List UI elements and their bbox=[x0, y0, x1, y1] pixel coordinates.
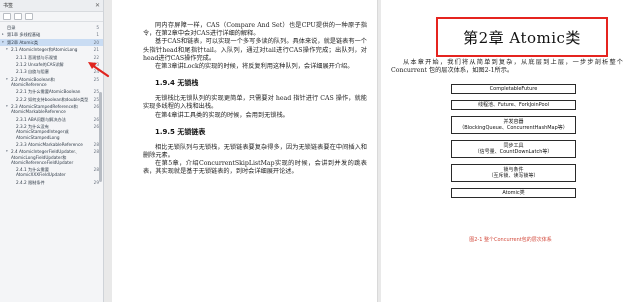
toc-item-label: 2.1.3 自旋与阻塞 bbox=[16, 69, 49, 75]
toc-item-label: 2.2.2 如何支持boolean和double类型 bbox=[16, 96, 89, 102]
toc-item-label: 2.1.2 Unsafe的CAS详解 bbox=[16, 62, 64, 68]
toc-item[interactable]: ▸ 第1章 多线程基础 1 bbox=[0, 31, 103, 38]
red-arrow-annotation bbox=[88, 62, 110, 78]
diagram-layer-label: （信号量、CountDownLatch等） bbox=[474, 149, 553, 155]
diagram-layer-box: 并发容器 （BlockingQueue、ConcurrentHashMap等） bbox=[451, 116, 576, 134]
paragraph: 相比无锁队列与无锁栈，无锁链表要复杂得多，因为无锁链表要在中间插入和删除元素。 bbox=[143, 143, 367, 160]
diagram-layer-box: 锁与条件 （互斥锁、读写锁等） bbox=[451, 164, 576, 182]
paragraph: 在第4章讲工具类的实现的时候，会用到无锁栈。 bbox=[155, 111, 289, 119]
toc-item[interactable]: ▾ 2.1 AtomicInteger和AtomicLong 21 bbox=[0, 46, 103, 53]
diagram-layer-label: （BlockingQueue、ConcurrentHashMap等） bbox=[459, 125, 568, 131]
diagram-layer-box: CompletableFuture bbox=[451, 84, 576, 94]
toc-item[interactable]: 2.2.1 为什么需要AtomicBoolean 25 bbox=[0, 88, 103, 95]
toc-item[interactable]: 2.3.2 为什么没有AtomicStampedInteger或AtomicSt… bbox=[0, 123, 103, 141]
section-heading: 1.9.4 无锁栈 bbox=[155, 79, 199, 88]
toc-item-label: 2.2.1 为什么需要AtomicBoolean bbox=[16, 89, 81, 95]
chapter-title: 第2章 Atomic类 bbox=[463, 28, 581, 47]
expand-all-icon[interactable] bbox=[3, 13, 11, 20]
toc-item[interactable]: 2.2.2 如何支持boolean和double类型 25 bbox=[0, 96, 103, 103]
toc-item[interactable]: ▾ 第2章 Atomic类 20 bbox=[0, 38, 103, 47]
paragraph: 在第3章讲Lock的实现的时候，将反复利用这种队列，会详细展开介绍。 bbox=[155, 63, 354, 71]
toc-item[interactable]: 2.4.2 限制条件 29 bbox=[0, 179, 103, 186]
toc-list: 目录 5 ▸ 第1章 多线程基础 1 ▾ 第2章 Atomic类 20 ▾ 2.1 AtomicI… bbox=[0, 22, 103, 186]
chapter-intro: 从本章开始，我们将从简单到复杂，从底层到上层，一步步剖析整个 Concurren… bbox=[391, 59, 623, 75]
toc-item-label: 第1章 多线程基础 bbox=[7, 32, 41, 38]
paragraph: 基于CAS和链表，可以实现一个多写多读的队列。具体来说，就是链表有一个头指针he… bbox=[143, 38, 367, 62]
right-page: 第2章 Atomic类 从本章开始，我们将从简单到复杂，从底层到上层，一步步剖析… bbox=[381, 0, 640, 302]
panel-title: 书签 bbox=[3, 3, 14, 9]
scrollbar-thumb[interactable] bbox=[99, 92, 102, 182]
diagram-layer-label: CompletableFuture bbox=[489, 85, 538, 92]
panel-header: 书签 ✕ bbox=[0, 0, 103, 12]
left-page-body: 同内存屏障一样，CAS（Compare And Set）也是CPU提供的一种原子… bbox=[143, 22, 367, 177]
panel-toolbar bbox=[0, 12, 103, 22]
toc-item-label: 第2章 Atomic类 bbox=[7, 39, 39, 45]
toc-item-label: 2.3 AtomicStampedReference和AtomicMarkabl… bbox=[11, 104, 78, 115]
toc-item-label: 2.4.1 为什么需要AtomicXXXFieldUpdater bbox=[16, 167, 66, 178]
toc-item[interactable]: 2.3.3 AtomicMarkableReference 28 bbox=[0, 141, 103, 148]
diagram-layer-label: （互斥锁、读写锁等） bbox=[488, 173, 539, 179]
diagram-layer-label: Atomic类 bbox=[502, 189, 525, 196]
toc-item-label: 2.1 AtomicInteger和AtomicLong bbox=[11, 47, 78, 53]
bookmark-panel: 书签 ✕ 目录 5 ▸ 第1章 多线程基础 1 ▾ 第2章 Atomic类 20 ▾ 2.1 At… bbox=[0, 0, 104, 302]
figure-caption: 图2-1 整个Concurrent包的层次体系 bbox=[469, 237, 552, 243]
toc-item[interactable]: 2.4.1 为什么需要AtomicXXXFieldUpdater 28 bbox=[0, 166, 103, 179]
toc-item[interactable]: ▾ 2.3 AtomicStampedReference和AtomicMarkab… bbox=[0, 103, 103, 116]
toc-item-label: 2.1.1 悲观锁与乐观锁 bbox=[16, 54, 58, 60]
toc-item-label: 2.3.2 为什么没有AtomicStampedInteger或AtomicSt… bbox=[16, 124, 69, 140]
diagram-layer-box: Atomic类 bbox=[451, 188, 576, 198]
toc-item[interactable]: 目录 5 bbox=[0, 24, 103, 31]
toc-item-label: 目录 bbox=[7, 25, 16, 31]
paragraph: 在第5章，介绍ConcurrentSkipListMap实现的时候，会讲到并发的… bbox=[143, 160, 367, 176]
diagram-layer-box: 同步工具 （信号量、CountDownLatch等） bbox=[451, 140, 576, 158]
toc-item[interactable]: 2.3.1 ABA问题与解决办法 26 bbox=[0, 116, 103, 123]
collapse-all-icon[interactable] bbox=[14, 13, 22, 20]
concurrent-hierarchy-diagram: CompletableFuture 线程池、Future、ForkJoinPool… bbox=[451, 84, 576, 204]
bookmark-options-icon[interactable] bbox=[25, 13, 33, 20]
left-page: 同内存屏障一样，CAS（Compare And Set）也是CPU提供的一种原子… bbox=[112, 0, 378, 302]
paragraph: 同内存屏障一样，CAS（Compare And Set）也是CPU提供的一种原子… bbox=[143, 22, 367, 38]
toc-item-label: 2.4 AtomicIntegerFieldUpdater、AtomicLong… bbox=[11, 149, 80, 165]
toc-item-label: 2.3.3 AtomicMarkableReference bbox=[16, 141, 83, 147]
toc-item-label: 2.3.1 ABA问题与解决办法 bbox=[16, 116, 66, 122]
toc-item[interactable]: ▾ 2.4 AtomicIntegerFieldUpdater、AtomicLon… bbox=[0, 148, 103, 166]
toc-item-label: 2.2 AtomicBoolean和AtomicReference bbox=[11, 76, 55, 88]
diagram-layer-label: 线程池、Future、ForkJoinPool bbox=[477, 101, 550, 108]
close-icon[interactable]: ✕ bbox=[95, 2, 100, 9]
paragraph: 无锁栈比无锁队列的实现更简单，只需要对 head 指针进行 CAS 操作，就能实… bbox=[143, 95, 367, 111]
section-heading: 1.9.5 无锁链表 bbox=[155, 127, 206, 136]
chapter-title-highlight: 第2章 Atomic类 bbox=[436, 17, 608, 57]
diagram-layer-box: 线程池、Future、ForkJoinPool bbox=[451, 100, 576, 110]
toc-item-label: 2.4.2 限制条件 bbox=[16, 179, 45, 185]
